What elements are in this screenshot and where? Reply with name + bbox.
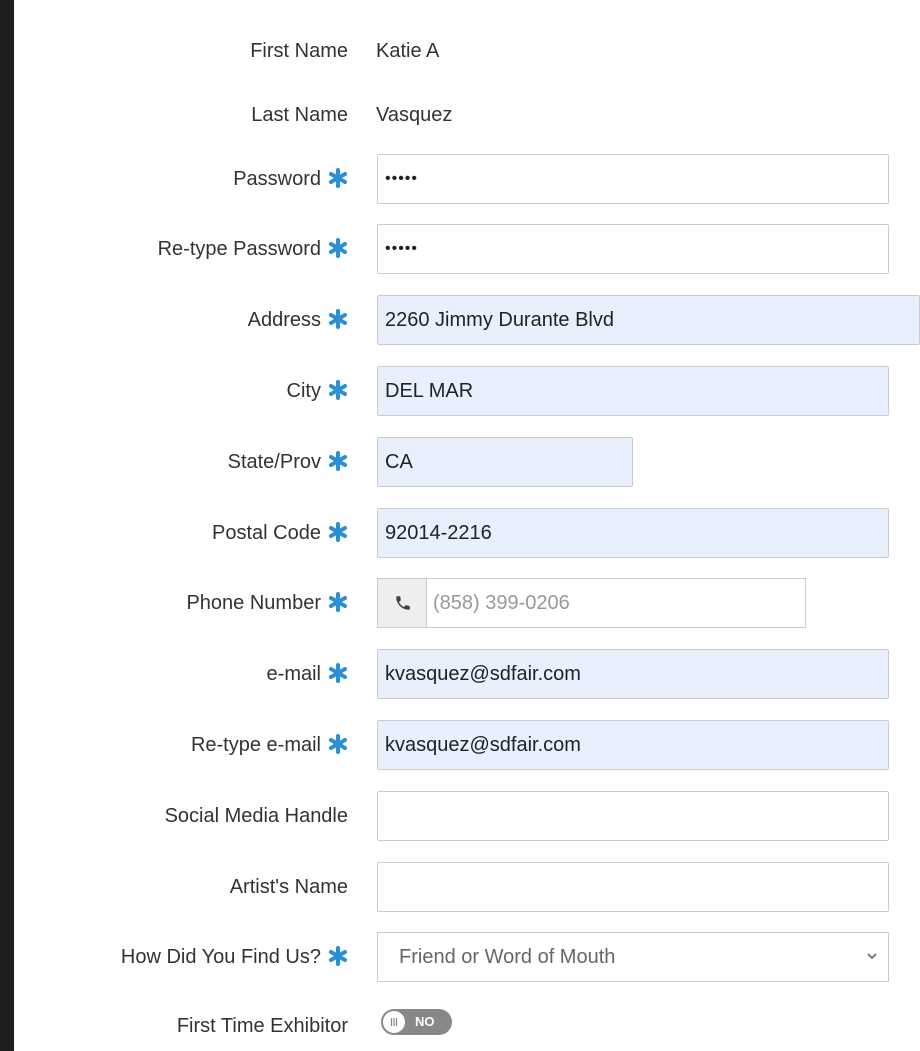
required-asterisk-icon — [329, 734, 347, 754]
required-asterisk-icon — [329, 168, 347, 188]
city-label: City — [286, 380, 321, 402]
city-label-wrap: City — [14, 380, 348, 403]
address-label: Address — [247, 309, 321, 331]
social-media-input[interactable] — [377, 791, 889, 841]
phone-label-wrap: Phone Number — [14, 592, 348, 615]
phone-addon — [377, 578, 427, 628]
first-time-label: First Time Exhibitor — [176, 1015, 348, 1037]
first-name-label: First Name — [250, 40, 348, 62]
address-label-wrap: Address — [14, 309, 348, 332]
phone-label: Phone Number — [186, 592, 321, 614]
required-asterisk-icon — [329, 380, 347, 400]
password-label: Password — [233, 168, 321, 190]
address-input[interactable]: 2260 Jimmy Durante Blvd — [377, 295, 920, 345]
first-time-toggle[interactable]: NO — [381, 1009, 452, 1035]
retype-email-input[interactable]: kvasquez@sdfair.com — [377, 720, 889, 770]
how-found-select[interactable]: Friend or Word of Mouth — [377, 932, 889, 982]
required-asterisk-icon — [329, 451, 347, 471]
required-asterisk-icon — [329, 522, 347, 542]
retype-email-label: Re-type e-mail — [190, 734, 321, 756]
artist-name-label: Artist's Name — [229, 876, 348, 898]
how-found-label: How Did You Find Us? — [120, 946, 321, 968]
toggle-state-text: NO — [415, 1014, 435, 1029]
required-asterisk-icon — [329, 238, 347, 258]
email-label: e-mail — [266, 663, 321, 685]
postal-code-input[interactable]: 92014-2216 — [377, 508, 889, 558]
phone-input[interactable]: (858) 399-0206 — [426, 578, 806, 628]
state-label: State/Prov — [227, 451, 321, 473]
toggle-knob — [383, 1011, 405, 1033]
password-label-wrap: Password — [14, 168, 348, 191]
required-asterisk-icon — [329, 592, 347, 612]
artist-name-input[interactable] — [377, 862, 889, 912]
retype-password-label: Re-type Password — [157, 238, 321, 260]
retype-password-input[interactable]: ••••• — [377, 224, 889, 274]
email-label-wrap: e-mail — [14, 663, 348, 686]
postal-code-label: Postal Code — [212, 522, 321, 544]
retype-password-label-wrap: Re-type Password — [14, 238, 348, 261]
city-input[interactable]: DEL MAR — [377, 366, 889, 416]
email-input[interactable]: kvasquez@sdfair.com — [377, 649, 889, 699]
how-found-selected-value: Friend or Word of Mouth — [399, 946, 616, 968]
state-label-wrap: State/Prov — [14, 451, 348, 474]
required-asterisk-icon — [329, 663, 347, 683]
how-found-label-wrap: How Did You Find Us? — [14, 946, 348, 969]
last-name-value: Vasquez — [376, 104, 453, 126]
password-input[interactable]: ••••• — [377, 154, 889, 204]
required-asterisk-icon — [329, 946, 347, 966]
registration-form: First Name Katie A Last Name Vasquez Pas… — [14, 0, 920, 1051]
social-media-label: Social Media Handle — [164, 805, 348, 827]
first-name-value: Katie A — [376, 40, 440, 62]
last-name-label: Last Name — [251, 104, 348, 126]
required-asterisk-icon — [329, 309, 347, 329]
postal-code-label-wrap: Postal Code — [14, 522, 348, 545]
phone-icon — [395, 596, 410, 610]
retype-email-label-wrap: Re-type e-mail — [14, 734, 348, 757]
state-input[interactable]: CA — [377, 437, 633, 487]
chevron-down-icon — [867, 953, 877, 960]
grip-lines-icon — [390, 1018, 398, 1026]
